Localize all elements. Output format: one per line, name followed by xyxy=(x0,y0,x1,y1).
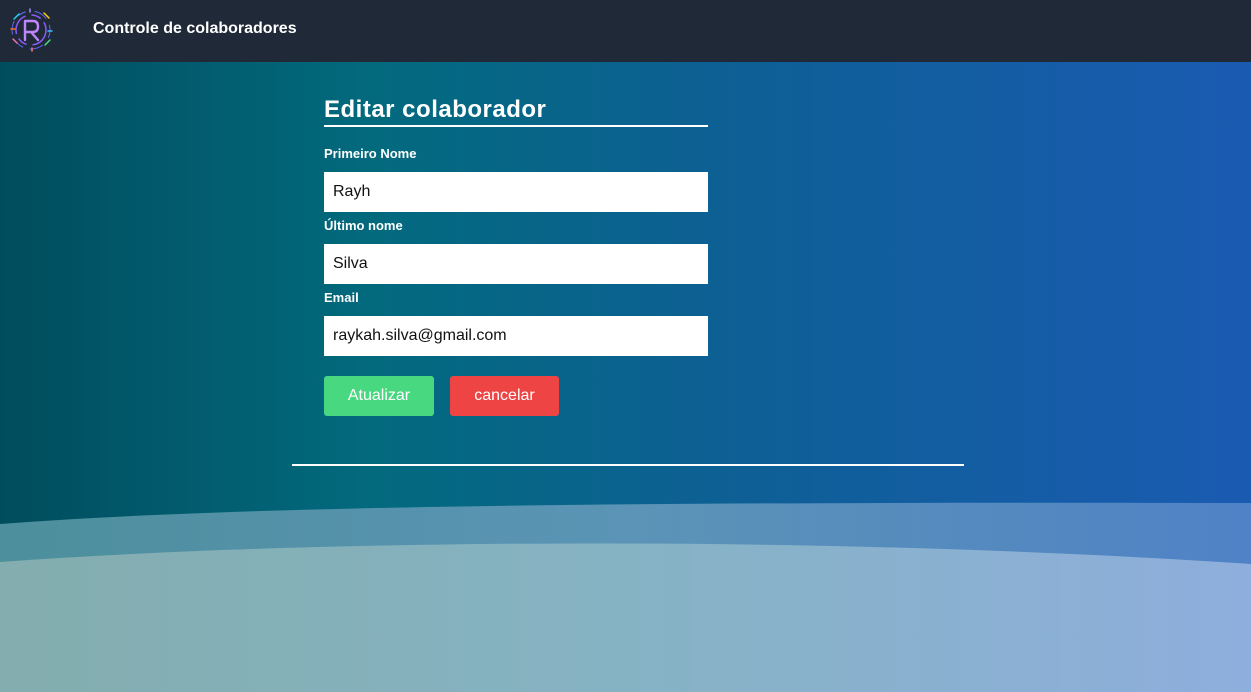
last-name-label: Último nome xyxy=(324,218,403,233)
page: Controle de colaboradores Editar colabor… xyxy=(0,0,1251,692)
first-name-label: Primeiro Nome xyxy=(324,146,417,161)
section-divider xyxy=(292,464,964,466)
app-title: Controle de colaboradores xyxy=(93,20,297,37)
first-name-input[interactable] xyxy=(324,172,708,212)
background-waves xyxy=(0,502,1251,692)
cancel-button[interactable]: cancelar xyxy=(450,376,559,416)
last-name-input[interactable] xyxy=(324,244,708,284)
email-input[interactable] xyxy=(324,316,708,356)
edit-collaborator-form: Editar colaborador Primeiro Nome Último … xyxy=(324,96,708,416)
r-logo-icon[interactable] xyxy=(8,7,54,53)
navbar: Controle de colaboradores xyxy=(0,0,1251,62)
email-label: Email xyxy=(324,290,359,305)
form-title: Editar colaborador xyxy=(324,96,708,127)
update-button[interactable]: Atualizar xyxy=(324,376,434,416)
